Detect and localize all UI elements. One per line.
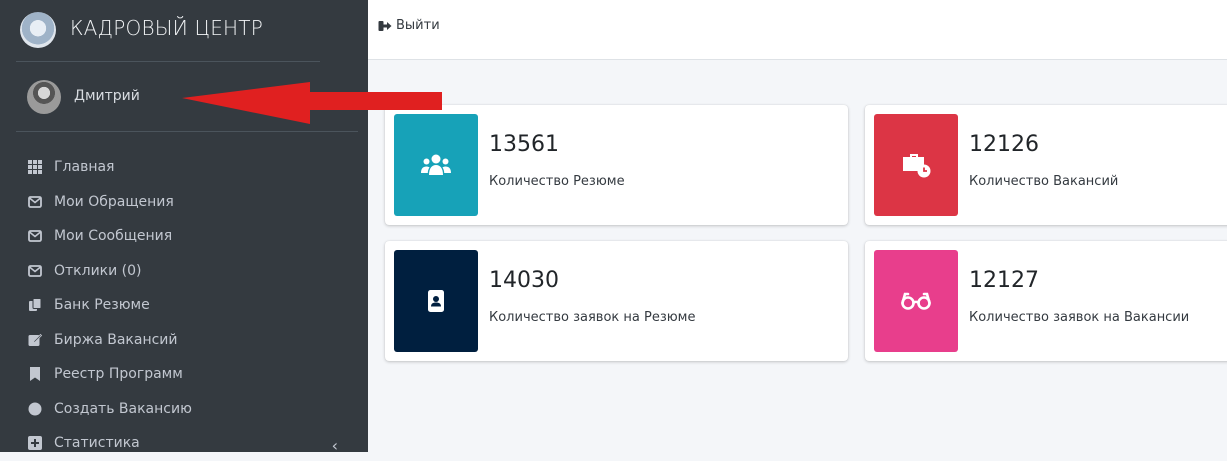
briefcase-clock-icon <box>903 154 931 178</box>
sidebar-item-label: Мои Сообщения <box>54 228 173 245</box>
sign-out-icon <box>378 20 392 31</box>
sidebar-item-create-vacancy[interactable]: Создать Вакансию <box>0 392 368 427</box>
annotation-arrow <box>182 82 442 124</box>
sidebar: КАДРОВЫЙ ЦЕНТР Дмитрий Главная Мои Обращ… <box>0 0 368 455</box>
logout-label[interactable]: Выйти <box>396 18 440 33</box>
sidebar-item-home[interactable]: Главная <box>0 150 368 185</box>
stat-value: 12126 <box>969 132 1039 157</box>
logout-link[interactable]: Выйти <box>378 18 440 33</box>
grid-icon <box>28 160 42 175</box>
brand-title: КАДРОВЫЙ ЦЕНТР <box>70 16 263 40</box>
stat-value: 12127 <box>969 268 1039 293</box>
sidebar-item-responses[interactable]: Отклики (0) <box>0 254 368 289</box>
top-navbar: Выйти <box>368 0 1227 60</box>
sidebar-item-label: Реестр Программ <box>54 366 183 383</box>
stat-card-resumes: 13561 Количество Резюме <box>385 105 848 225</box>
stat-card-vacancy-requests: 12127 Количество заявок на Вакансии <box>865 241 1227 361</box>
stat-label: Количество Резюме <box>489 174 625 189</box>
sidebar-item-my-messages[interactable]: Мои Сообщения <box>0 219 368 254</box>
brand-divider <box>16 61 320 62</box>
user-name[interactable]: Дмитрий <box>74 88 140 104</box>
stat-value: 13561 <box>489 132 559 157</box>
avatar[interactable] <box>27 80 61 114</box>
sidebar-item-label: Биржа Вакансий <box>54 331 178 348</box>
sidebar-item-statistics[interactable]: Статистика ‹ <box>0 426 368 461</box>
envelope-icon <box>28 264 42 278</box>
glasses-icon <box>901 292 931 310</box>
sidebar-item-label: Создать Вакансию <box>54 400 192 417</box>
sidebar-item-resume-bank[interactable]: Банк Резюме <box>0 288 368 323</box>
sidebar-menu: Главная Мои Обращения Мои Сообщения Откл… <box>0 150 368 461</box>
stat-card-icon-box <box>394 250 478 352</box>
envelope-icon <box>28 195 42 209</box>
sidebar-item-my-requests[interactable]: Мои Обращения <box>0 185 368 220</box>
copy-icon <box>28 298 42 312</box>
chevron-left-icon[interactable]: ‹ <box>332 436 338 455</box>
id-badge-icon <box>428 290 444 312</box>
sidebar-item-label: Статистика <box>54 435 140 452</box>
sidebar-item-label: Главная <box>54 159 115 176</box>
stat-card-resume-requests: 14030 Количество заявок на Резюме <box>385 241 848 361</box>
stat-label: Количество Вакансий <box>969 174 1119 189</box>
plus-square-icon <box>28 436 42 451</box>
stat-label: Количество заявок на Резюме <box>489 310 696 325</box>
sidebar-item-label: Мои Обращения <box>54 193 174 210</box>
brand-link[interactable]: КАДРОВЫЙ ЦЕНТР <box>0 0 368 60</box>
envelope-icon <box>28 229 42 243</box>
stat-card-icon-box <box>874 250 958 352</box>
circle-icon <box>28 402 42 416</box>
sidebar-item-label: Отклики (0) <box>54 262 142 279</box>
emblem-logo-icon <box>20 12 56 48</box>
edit-icon <box>28 333 42 347</box>
stat-card-vacancies: 12126 Количество Вакансий <box>865 105 1227 225</box>
stat-card-icon-box <box>874 114 958 216</box>
stat-label: Количество заявок на Вакансии <box>969 310 1190 325</box>
users-icon <box>421 154 451 175</box>
sidebar-item-job-exchange[interactable]: Биржа Вакансий <box>0 323 368 358</box>
bookmark-icon <box>28 367 42 382</box>
sidebar-item-label: Банк Резюме <box>54 297 150 314</box>
sidebar-item-program-registry[interactable]: Реестр Программ <box>0 357 368 392</box>
stat-value: 14030 <box>489 268 559 293</box>
